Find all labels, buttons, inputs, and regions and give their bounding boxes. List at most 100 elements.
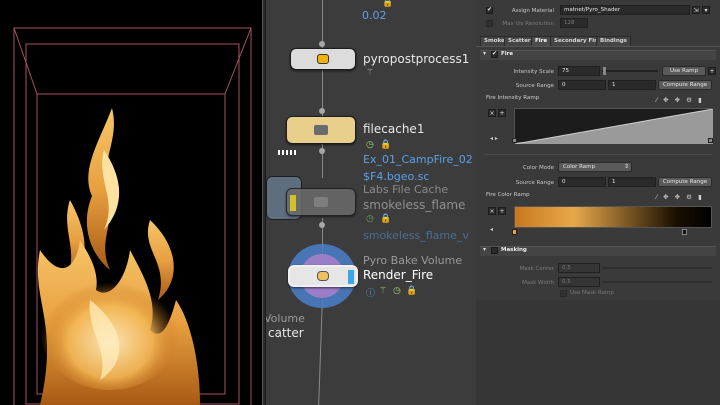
color-ramp-editor[interactable] [514, 206, 712, 228]
source-range-max[interactable]: 1 [608, 80, 656, 90]
disk-icon [314, 197, 328, 207]
color-mode-label: Color Mode [522, 165, 554, 171]
node-labs-file-cache[interactable] [286, 188, 356, 216]
mask-width-slider[interactable] [602, 281, 712, 283]
source-range-min[interactable]: 0 [558, 80, 606, 90]
max-vis-resolution-label: Max Vis Resolution [502, 21, 554, 27]
remove-point-icon[interactable]: × [488, 207, 496, 215]
use-ramp-menu[interactable]: Use Ramp [662, 66, 706, 76]
source-range-label: Source Range [515, 180, 554, 186]
node-name: smokeless_flame [363, 198, 466, 212]
ramp-key-handle[interactable] [708, 138, 713, 143]
intensity-ramp-editor[interactable] [514, 108, 714, 145]
postprocess-icon [317, 54, 329, 64]
add-point-icon[interactable]: + [498, 109, 506, 117]
lock-icon: 🔒 [382, 0, 394, 8]
cache-file-path: Ex_01_CampFire_02 [363, 153, 473, 166]
intensity-scale-slider-handle[interactable] [603, 67, 607, 75]
ramp-key-handle[interactable] [512, 138, 517, 143]
source-range-min[interactable]: 0 [558, 177, 606, 187]
max-vis-resolution-field[interactable]: 128 [560, 18, 588, 28]
masking-section-label: Masking [501, 247, 527, 253]
scene-viewport[interactable] [0, 0, 262, 405]
color-mode-menu[interactable]: Color Ramp [558, 162, 632, 172]
intensity-ramp-curve [514, 108, 714, 145]
collapse-arrow-icon[interactable]: ▾ [483, 246, 486, 253]
intensity-scale-slider[interactable] [602, 70, 658, 72]
ramp-toolbar[interactable]: ⁄ ✥ ✥ ⚙ ▮ [656, 193, 704, 201]
node-file-cache[interactable] [286, 116, 356, 144]
cache-stripe [290, 195, 296, 211]
assign-material-checkbox[interactable] [486, 6, 493, 14]
mask-center-field[interactable]: 0.5 [558, 263, 600, 273]
node-bypass-stripe [348, 270, 354, 284]
node-value-label: 0.02 [362, 9, 387, 22]
mask-width-field[interactable]: 0.5 [558, 277, 600, 287]
masking-enable-checkbox[interactable] [491, 247, 498, 254]
intensity-scale-label: Intensity Scale [513, 69, 555, 75]
ramp-key-handle[interactable] [682, 229, 687, 235]
dropdown-arrow-icon: ⇕ [624, 163, 630, 170]
clock-icon[interactable]: ◷ [393, 286, 401, 296]
mask-center-slider[interactable] [602, 267, 712, 269]
render-flag-icon: ⚚ [366, 68, 375, 78]
fire-section-label: Fire [501, 51, 514, 57]
input-connector[interactable] [319, 108, 325, 114]
material-path-field[interactable]: matnet/Pyro_Shader [560, 5, 690, 15]
disk-icon [314, 125, 328, 135]
operator-chooser-icon[interactable]: ⇲ [692, 6, 700, 14]
lock-icon: 🔒 [380, 140, 392, 150]
clock-icon: ◷ [366, 140, 374, 150]
info-icon[interactable]: ⓘ [366, 286, 375, 299]
wire [318, 300, 323, 405]
lock-icon: 🔒 [380, 214, 392, 224]
ramp-key-handle[interactable] [512, 229, 517, 235]
add-point-icon[interactable]: + [498, 207, 506, 215]
menu-icon[interactable]: ▾ [702, 6, 710, 14]
fire-color-ramp-label: Fire Color Ramp [486, 192, 530, 198]
network-editor[interactable]: 0.02 🔒 pyropostprocess1 ⚚ filecache1 ◷ 🔒… [266, 0, 476, 405]
compute-range-button[interactable]: Compute Range [658, 177, 712, 187]
input-connector[interactable] [319, 41, 325, 47]
fire-icon [317, 271, 329, 281]
input-connector[interactable] [319, 148, 325, 154]
cache-file-path: smokeless_flame_v [363, 229, 469, 242]
fire-enable-checkbox[interactable] [491, 50, 498, 58]
mask-width-label: Mask Width [522, 280, 554, 286]
clock-icon: ◷ [366, 214, 374, 224]
compute-range-button[interactable]: Compute Range [658, 80, 712, 90]
mask-center-label: Mask Center [519, 266, 554, 272]
lock-icon[interactable]: 🔒 [406, 286, 417, 296]
fire-section-header[interactable] [480, 50, 716, 60]
source-range-max[interactable]: 1 [608, 177, 656, 187]
intensity-scale-field[interactable]: 75 [558, 66, 600, 76]
render-flag-icon[interactable]: ⚚ [379, 286, 387, 296]
fire-render [13, 27, 252, 405]
use-mask-ramp-checkbox[interactable] [560, 290, 567, 297]
source-range-label: Source Range [515, 83, 554, 89]
input-connector[interactable] [319, 222, 325, 228]
cache-file-path-2: $F4.bgeo.sc [363, 170, 430, 183]
panel-footer [476, 300, 720, 405]
node-name: filecache1 [363, 122, 425, 136]
node-pyropostprocess[interactable] [290, 48, 356, 70]
assign-material-label: Assign Material [511, 8, 554, 14]
partial-node-label: Volume [266, 312, 305, 325]
use-mask-ramp-label: Use Mask Ramp [570, 290, 614, 296]
parameter-panel: Assign Material matnet/Pyro_Shader ⇲ ▾ M… [476, 0, 720, 405]
ramp-keys[interactable]: ◂ ▸ [490, 135, 498, 142]
remove-point-icon[interactable]: × [488, 109, 496, 117]
tab-fire[interactable]: Fire [531, 36, 552, 46]
ramp-keys[interactable]: ◂ [490, 226, 493, 233]
add-icon[interactable]: + [708, 67, 716, 75]
tab-underline [476, 46, 720, 47]
node-pyro-bake-volume[interactable] [288, 265, 358, 287]
node-name: pyropostprocess1 [363, 52, 470, 66]
node-name: Render_Fire [363, 268, 434, 282]
separator [484, 154, 712, 155]
collapse-arrow-icon[interactable]: ▾ [483, 50, 486, 57]
ramp-toolbar[interactable]: ⁄ ✥ ✥ ⚙ ▮ [656, 96, 704, 104]
node-type-label: Labs File Cache [363, 183, 449, 196]
max-vis-resolution-checkbox[interactable] [486, 20, 493, 27]
tab-bindings[interactable]: Bindings [596, 36, 631, 46]
